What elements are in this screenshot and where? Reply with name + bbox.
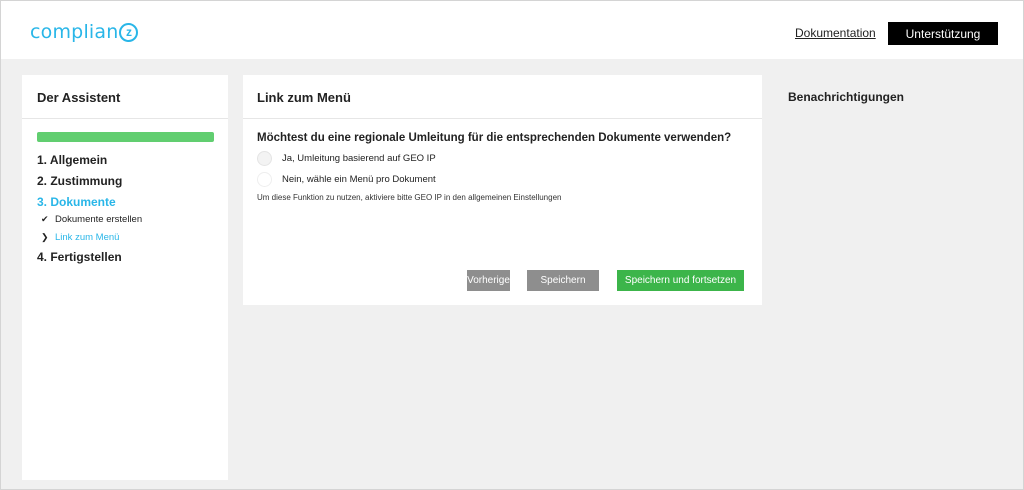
logo-z-icon: z (119, 22, 139, 42)
chevron-right-icon: ❯ (41, 232, 49, 242)
divider (243, 118, 762, 119)
app-window: complian z Dokumentation Unterstützung D… (0, 0, 1024, 490)
divider (22, 118, 228, 119)
question-label: Möchtest du eine regionale Umleitung für… (257, 132, 732, 144)
option-label: Ja, Umleitung basierend auf GEO IP (282, 153, 436, 164)
logo-text: complian (30, 21, 119, 43)
documentation-link[interactable]: Dokumentation (795, 26, 876, 40)
substep-dokumente-erstellen[interactable]: ✔ Dokumente erstellen (41, 214, 142, 225)
substep-label: Link zum Menü (55, 232, 120, 243)
save-and-continue-button[interactable]: Speichern und fortsetzen (617, 270, 744, 291)
substep-link-zum-menu[interactable]: ❯ Link zum Menü (41, 232, 119, 243)
sidebar-title: Der Assistent (37, 90, 121, 105)
step-dokumente[interactable]: 3. Dokumente (37, 195, 116, 209)
top-bar: complian z Dokumentation Unterstützung (1, 1, 1023, 59)
step-fertigstellen[interactable]: 4. Fertigstellen (37, 250, 122, 264)
wizard-sidebar: Der Assistent 1. Allgemein 2. Zustimmung… (22, 75, 228, 480)
progress-bar (37, 132, 214, 142)
previous-button[interactable]: Vorherige (467, 270, 510, 291)
progress-fill (37, 132, 214, 142)
support-button[interactable]: Unterstützung (888, 22, 998, 45)
radio-geo-ip[interactable] (257, 151, 272, 166)
substep-label: Dokumente erstellen (55, 214, 143, 225)
notifications-title: Benachrichtigungen (788, 90, 905, 104)
logo[interactable]: complian z (30, 21, 139, 43)
step-zustimmung[interactable]: 2. Zustimmung (37, 174, 122, 188)
main-panel: Link zum Menü Möchtest du eine regionale… (243, 75, 762, 305)
hint-text: Um diese Funktion zu nutzen, aktiviere b… (257, 193, 562, 202)
check-icon: ✔ (41, 214, 49, 224)
radio-menu-per-document[interactable] (257, 172, 272, 187)
option-label: Nein, wähle ein Menü pro Dokument (282, 174, 436, 185)
option-menu-per-document[interactable]: Nein, wähle ein Menü pro Dokument (257, 172, 436, 187)
step-allgemein[interactable]: 1. Allgemein (37, 153, 107, 167)
page-title: Link zum Menü (257, 90, 351, 105)
option-geo-ip[interactable]: Ja, Umleitung basierend auf GEO IP (257, 151, 436, 166)
save-button[interactable]: Speichern (527, 270, 599, 291)
